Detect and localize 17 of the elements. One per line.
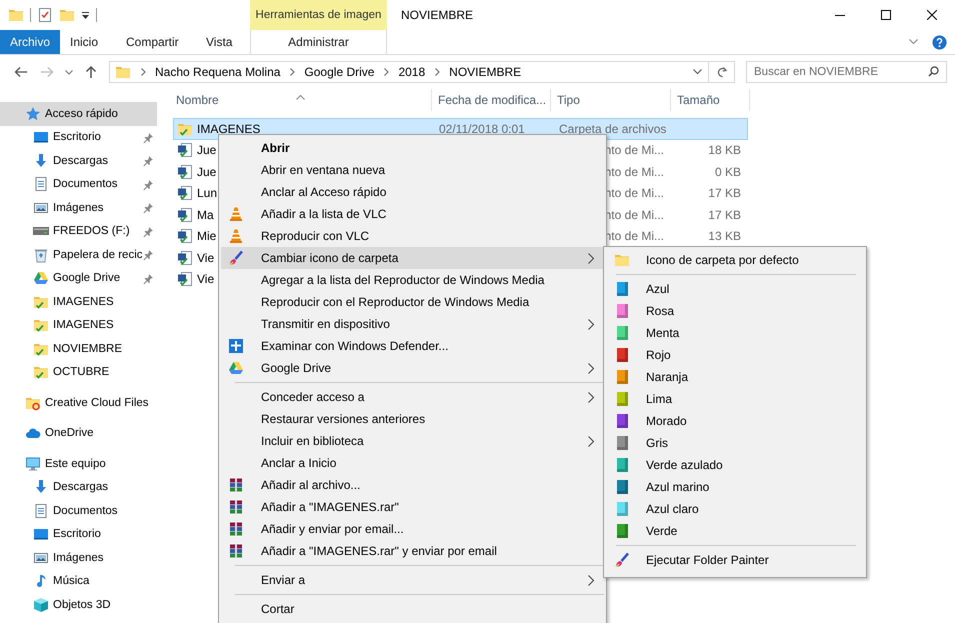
size-cell: 0 KB	[714, 164, 741, 179]
file-name: Mie	[197, 229, 216, 244]
file-name: Jue	[197, 164, 216, 179]
contextual-tab-header: Herramientas de imagen	[250, 0, 387, 30]
file-name: Vie	[197, 272, 214, 286]
file-name: Vie	[197, 250, 214, 265]
file-name: Jue	[197, 143, 216, 158]
file-name: Lun	[197, 186, 218, 200]
window-title: NOVIEMBRE	[400, 8, 474, 22]
size-cell: 18 KB	[708, 143, 741, 158]
size-cell: 13 KB	[708, 229, 741, 244]
type-cell: Carpeta de archivos	[559, 122, 666, 136]
file-name: Ma	[197, 208, 214, 222]
file-name: IMAGENES	[197, 122, 260, 136]
size-cell: 17 KB	[708, 186, 741, 200]
date-cell: 02/11/2018 0:01	[439, 122, 525, 136]
size-cell: 17 KB	[708, 208, 741, 222]
